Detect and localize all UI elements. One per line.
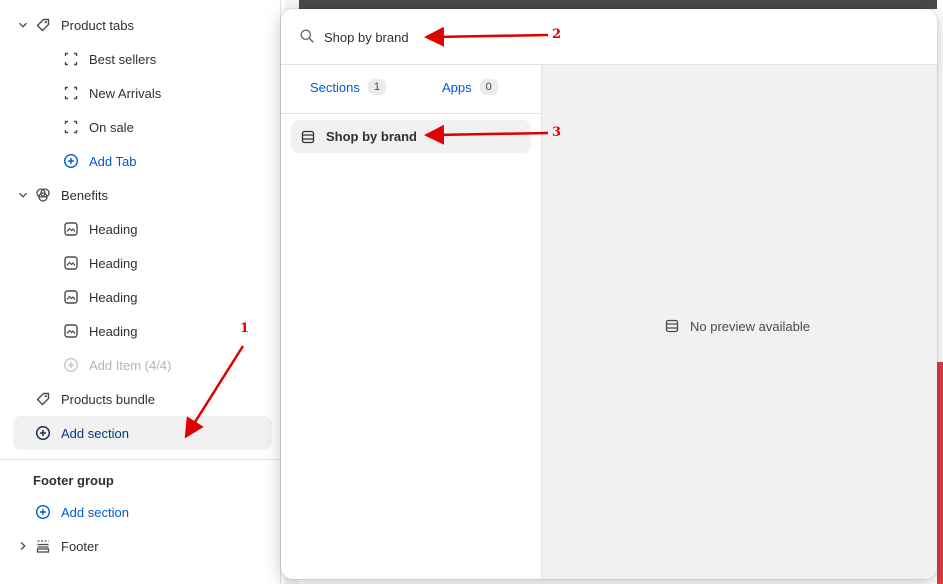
editor-canvas-top bbox=[299, 0, 943, 9]
image-icon bbox=[63, 221, 79, 237]
preview-pane: No preview available bbox=[542, 65, 937, 579]
add-section-popover: Sections 1 Apps 0 Shop by brand No previ… bbox=[281, 9, 937, 579]
image-icon bbox=[63, 323, 79, 339]
blocks-icon bbox=[35, 187, 51, 203]
footer-add-section-button[interactable]: Add section bbox=[35, 495, 129, 529]
tab-apps-label: Apps bbox=[442, 79, 472, 95]
sidebar-item-heading[interactable]: Heading bbox=[63, 246, 137, 280]
chevron-down-icon[interactable] bbox=[18, 190, 28, 200]
annotation-label-3: 3 bbox=[552, 125, 562, 140]
tab-sections-label: Sections bbox=[310, 79, 360, 95]
sidebar-item-products-bundle[interactable]: Products bundle bbox=[35, 382, 155, 416]
sidebar-item-heading[interactable]: Heading bbox=[63, 212, 137, 246]
chevron-right-icon[interactable] bbox=[18, 541, 28, 551]
group-separator bbox=[0, 459, 280, 460]
chevron-down-icon[interactable] bbox=[18, 20, 28, 30]
add-tab-label: Add Tab bbox=[89, 153, 137, 169]
plus-circle-icon bbox=[35, 425, 51, 441]
plus-circle-icon bbox=[63, 153, 79, 169]
image-icon bbox=[63, 289, 79, 305]
add-tab-button[interactable]: Add Tab bbox=[63, 144, 136, 178]
sidebar-item-footer[interactable]: Footer bbox=[35, 529, 99, 563]
sidebar-item-label: On sale bbox=[89, 119, 134, 135]
theme-editor-sidebar: Product tabs Best sellers New Arrivals O… bbox=[0, 0, 281, 584]
sidebar-item-benefits[interactable]: Benefits bbox=[35, 178, 108, 212]
sidebar-item-heading[interactable]: Heading bbox=[63, 314, 137, 348]
tab-sections-count: 1 bbox=[367, 79, 386, 95]
add-section-label: Add section bbox=[61, 425, 129, 441]
sidebar-item-label: Products bundle bbox=[61, 391, 155, 407]
no-preview-text: No preview available bbox=[690, 318, 810, 334]
block-icon bbox=[63, 119, 79, 135]
block-icon bbox=[63, 51, 79, 67]
annotation-label-2: 2 bbox=[552, 27, 562, 42]
sidebar-item-label: Best sellers bbox=[89, 51, 157, 67]
sidebar-item-heading[interactable]: Heading bbox=[63, 280, 137, 314]
tag-icon bbox=[35, 17, 51, 33]
layout-footer-icon bbox=[35, 538, 51, 554]
sidebar-item-label: Heading bbox=[89, 323, 138, 339]
sidebar-item-new-arrivals[interactable]: New Arrivals bbox=[63, 76, 161, 110]
search-bar bbox=[281, 9, 937, 65]
add-section-button[interactable]: Add section bbox=[35, 416, 129, 450]
search-icon bbox=[299, 28, 315, 47]
sidebar-item-label: Footer bbox=[61, 538, 99, 554]
add-item-label: Add Item (4/4) bbox=[89, 357, 172, 373]
block-icon bbox=[63, 85, 79, 101]
results-pane: Sections 1 Apps 0 Shop by brand bbox=[281, 65, 542, 579]
no-preview-message: No preview available bbox=[664, 318, 810, 334]
sidebar-item-label: Heading bbox=[89, 255, 138, 271]
result-item-label: Shop by brand bbox=[326, 129, 417, 144]
section-icon bbox=[664, 318, 680, 334]
image-icon bbox=[63, 255, 79, 271]
sidebar-item-label: Benefits bbox=[61, 187, 108, 203]
sidebar-item-label: New Arrivals bbox=[89, 85, 162, 101]
editor-canvas-banner bbox=[937, 362, 943, 584]
annotation-label-1: 1 bbox=[240, 321, 250, 336]
section-icon bbox=[300, 129, 316, 145]
plus-circle-icon bbox=[35, 504, 51, 520]
plus-circle-icon bbox=[63, 357, 79, 373]
result-tabs: Sections 1 Apps 0 bbox=[281, 65, 541, 114]
sidebar-item-label: Heading bbox=[89, 221, 138, 237]
sidebar-item-label: Product tabs bbox=[61, 17, 134, 33]
sidebar-item-product-tabs[interactable]: Product tabs bbox=[35, 8, 134, 42]
footer-group-title: Footer group bbox=[33, 473, 114, 488]
result-item-shop-by-brand[interactable]: Shop by brand bbox=[291, 120, 531, 153]
tab-apps-count: 0 bbox=[479, 79, 498, 95]
footer-add-section-label: Add section bbox=[61, 504, 129, 520]
tag-icon bbox=[35, 391, 51, 407]
add-item-button[interactable]: Add Item (4/4) bbox=[63, 348, 171, 382]
search-input[interactable] bbox=[324, 26, 624, 48]
sidebar-item-best-sellers[interactable]: Best sellers bbox=[63, 42, 156, 76]
tab-apps[interactable]: Apps 0 bbox=[442, 79, 498, 95]
sidebar-item-label: Heading bbox=[89, 289, 138, 305]
tab-sections[interactable]: Sections 1 bbox=[310, 79, 386, 95]
sidebar-item-on-sale[interactable]: On sale bbox=[63, 110, 134, 144]
